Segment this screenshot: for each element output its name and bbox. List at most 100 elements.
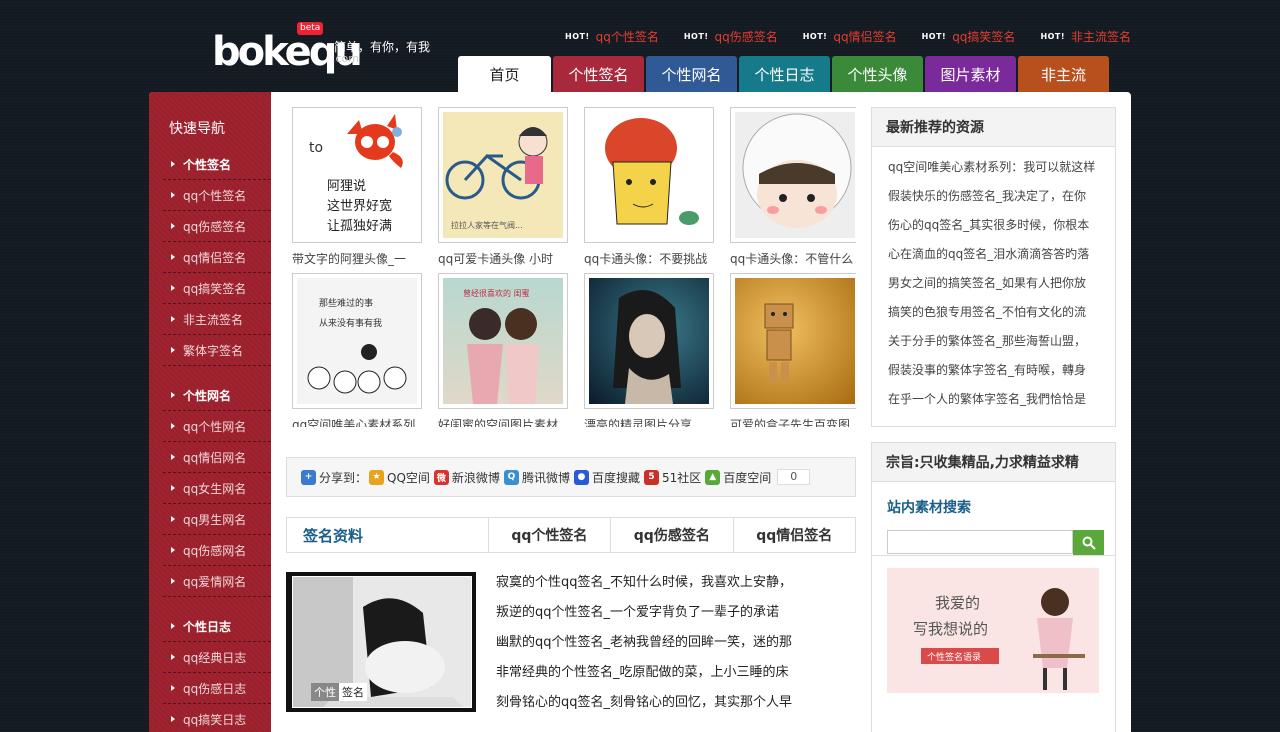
arrow-right-icon xyxy=(171,716,175,722)
recommend-link[interactable]: 搞笑的色狼专用签名_不怕有文化的流 xyxy=(888,298,1102,327)
weibo-icon: 微 xyxy=(433,469,449,485)
arrow-right-icon xyxy=(171,485,175,491)
sidebar-item[interactable]: qq个性签名 xyxy=(163,180,271,211)
sidebar-item[interactable]: qq搞笑日志 xyxy=(163,704,271,732)
svg-text:让孤独好满: 让孤独好满 xyxy=(327,219,392,234)
sidebar-item[interactable]: 非主流签名 xyxy=(163,304,271,335)
sidebar-item[interactable]: qq伤感日志 xyxy=(163,673,271,704)
share-baidu-space[interactable]: ▲ 百度空间 xyxy=(705,469,771,486)
hot-link-label: qq伤感签名 xyxy=(714,30,778,44)
recommend-link[interactable]: 假装快乐的伤感签名_我决定了，在你 xyxy=(888,182,1102,211)
tab-qq-qinglv[interactable]: qq情侣签名 xyxy=(734,518,855,552)
recommend-link[interactable]: 在乎一个人的繁体字签名_我們恰恰是 xyxy=(888,385,1102,414)
tab-qq-shanggan[interactable]: qq伤感签名 xyxy=(611,518,734,552)
article-link[interactable]: 幽默的qq个性签名_老衲我曾经的回眸一笑，迷的那 xyxy=(496,628,816,658)
qzone-icon: ★ xyxy=(369,469,385,485)
thumb-card[interactable]: 曾经很喜欢的 闺蜜 好闺蜜的空间图片素材 xyxy=(438,273,568,427)
nav-gexing-wangming[interactable]: 个性网名 xyxy=(646,56,737,92)
recommend-link[interactable]: qq空间唯美心素材系列：我可以就这样 xyxy=(888,153,1102,182)
share-count: 0 xyxy=(777,469,811,485)
share-qzone[interactable]: ★ QQ空间 xyxy=(369,469,430,486)
nav-tupian-sucai[interactable]: 图片素材 xyxy=(925,56,1016,92)
share-baidu[interactable]: ● 百度搜藏 xyxy=(573,469,640,486)
thumb-card[interactable]: qq卡通头像：不管什么 xyxy=(730,107,856,267)
promo-badge: 个性签名语录 xyxy=(927,651,981,663)
feature-image[interactable]: 个性 签名 xyxy=(286,572,476,712)
recommend-link[interactable]: 关于分手的繁体签名_那些海誓山盟， xyxy=(888,327,1102,356)
hot-link-qq-gexing[interactable]: HOT! qq个性签名 xyxy=(565,28,659,45)
share-51[interactable]: 5 51社区 xyxy=(643,469,701,486)
thumb-card[interactable]: 那些难过的事 从来没有事有我 qq空间唯美心素材系列 xyxy=(292,273,422,427)
thumb-caption: 带文字的阿狸头像_一 xyxy=(292,252,407,266)
recommend-link[interactable]: 伤心的qq签名_其实很多时候，你根本 xyxy=(888,211,1102,240)
sidebar-item[interactable]: qq伤感网名 xyxy=(163,535,271,566)
thumb-card[interactable]: 拉拉人家等在气阀... qq可爱卡通头像 小时 xyxy=(438,107,568,267)
hot-link-feizhuliu[interactable]: HOT! 非主流签名 xyxy=(1040,28,1131,45)
mission-box: 宗旨:只收集精品,力求精益求精 站内素材搜索 我爱的 写我想说的 个性签名语录 xyxy=(871,442,1116,732)
recommend-link[interactable]: 心在滴血的qq签名_泪水滴滴答答旳落 xyxy=(888,240,1102,269)
thumb-caption: 好闺蜜的空间图片素材 xyxy=(438,418,559,427)
thumb-card[interactable]: 可爱的盒子先生百变图 xyxy=(730,273,856,427)
svg-text:to: to xyxy=(309,140,323,156)
nav-gexing-qianming[interactable]: 个性签名 xyxy=(553,56,644,92)
search-input[interactable] xyxy=(887,530,1073,554)
sidebar-item[interactable]: qq爱情网名 xyxy=(163,566,271,597)
thumb-caption: 漂亮的精灵图片分享_ xyxy=(584,418,699,427)
hot-link-qq-qinglv[interactable]: HOT! qq情侣签名 xyxy=(803,28,897,45)
sidebar-item[interactable]: qq伤感签名 xyxy=(163,211,271,242)
arrow-right-icon xyxy=(171,392,175,398)
sidebar-group-qianming[interactable]: 个性签名 xyxy=(163,149,271,180)
sidebar-list: 个性签名 qq个性签名 qq伤感签名 qq情侣签名 qq搞笑签名 非主流签名 繁… xyxy=(163,149,271,732)
sidebar-item[interactable]: qq情侣签名 xyxy=(163,242,271,273)
article-link[interactable]: 非常经典的个性签名_吃原配做的菜，上小三睡的床 xyxy=(496,658,816,688)
sidebar-item[interactable]: qq个性网名 xyxy=(163,411,271,442)
51-icon: 5 xyxy=(643,469,659,485)
article-link[interactable]: 刻骨铭心的qq签名_刻骨铭心的回忆，其实那个人早 xyxy=(496,688,816,718)
nav-gexing-touxiang[interactable]: 个性头像 xyxy=(832,56,923,92)
sidebar-item-label: qq个性签名 xyxy=(183,188,247,203)
sidebar-item[interactable]: qq经典日志 xyxy=(163,642,271,673)
plus-icon: + xyxy=(301,469,316,485)
arrow-right-icon xyxy=(171,192,175,198)
search-icon xyxy=(1082,536,1096,550)
sidebar-group-wangming[interactable]: 个性网名 xyxy=(163,380,271,411)
sidebar-item[interactable]: qq情侣网名 xyxy=(163,442,271,473)
recommend-link[interactable]: 男女之间的搞笑签名_如果有人把你放 xyxy=(888,269,1102,298)
article-link[interactable]: 叛逆的qq个性签名_一个爱字背负了一辈子的承诺 xyxy=(496,598,816,628)
sidebar-item-label: qq女生网名 xyxy=(183,481,247,496)
share-tencent-weibo[interactable]: Q 腾讯微博 xyxy=(503,469,570,486)
thumb-card[interactable]: qq卡通头像：不要挑战 xyxy=(584,107,714,267)
sidebar-title: 快速导航 xyxy=(169,121,225,137)
share-weibo[interactable]: 微新浪微博 xyxy=(433,469,500,486)
thumb-image: 曾经很喜欢的 闺蜜 xyxy=(438,273,568,409)
sidebar-item-label: qq情侣签名 xyxy=(183,250,247,265)
logo-beta-badge: beta xyxy=(297,22,324,35)
hot-link-qq-shanggan[interactable]: HOT! qq伤感签名 xyxy=(684,28,778,45)
white-hat-boy-illustration xyxy=(742,113,852,228)
article-link[interactable]: 寂寞的个性qq签名_不知什么时候，我喜欢上安静， xyxy=(496,568,816,598)
box-man-illustration xyxy=(764,303,794,382)
sidebar-item-label: 非主流签名 xyxy=(183,312,244,327)
thumb-card[interactable]: to 阿狸说 这世界好宽 让孤独好满 带文字的阿狸头像_一 xyxy=(292,107,422,267)
arrow-right-icon xyxy=(171,223,175,229)
promo-banner[interactable]: 我爱的 写我想说的 个性签名语录 xyxy=(887,568,1099,693)
svg-text:拉拉人家等在气阀...: 拉拉人家等在气阀... xyxy=(451,220,523,230)
search-button[interactable] xyxy=(1073,530,1104,555)
sidebar-group-rizhi[interactable]: 个性日志 xyxy=(163,611,271,642)
nav-feizhuliu[interactable]: 非主流 xyxy=(1018,56,1109,92)
sidebar-item[interactable]: qq搞笑签名 xyxy=(163,273,271,304)
search-title: 站内素材搜索 xyxy=(887,500,971,516)
sidebar-item[interactable]: qq女生网名 xyxy=(163,473,271,504)
recommend-link[interactable]: 假装没事的繁体字签名_有時喉，轉身 xyxy=(888,356,1102,385)
tabs-title: 签名资料 xyxy=(287,518,489,552)
arrow-right-icon xyxy=(171,516,175,522)
nav-home[interactable]: 首页 xyxy=(458,56,551,92)
sidebar-item[interactable]: qq男生网名 xyxy=(163,504,271,535)
bike-girl-illustration: 拉拉人家等在气阀... xyxy=(445,127,548,230)
sidebar-item[interactable]: 繁体字签名 xyxy=(163,335,271,366)
hot-link-qq-gaoxiao[interactable]: HOT! qq搞笑签名 xyxy=(922,28,1016,45)
thumb-card[interactable]: 漂亮的精灵图片分享_ xyxy=(584,273,714,427)
sidebar-item-label: qq男生网名 xyxy=(183,512,247,527)
nav-gexing-rizhi[interactable]: 个性日志 xyxy=(739,56,830,92)
tab-qq-gexing[interactable]: qq个性签名 xyxy=(488,518,612,552)
